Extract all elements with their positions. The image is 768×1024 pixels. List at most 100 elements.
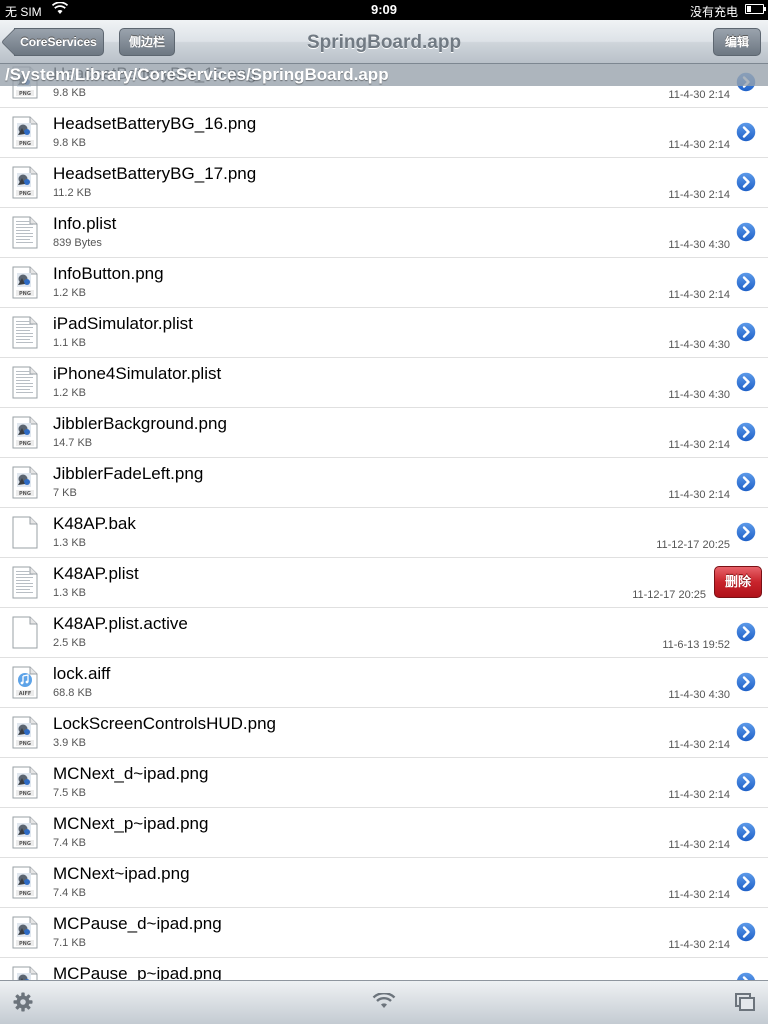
disclosure-arrow-icon[interactable]	[735, 821, 757, 843]
file-name: JibblerBackground.png	[53, 414, 227, 433]
clock: 9:09	[370, 2, 398, 17]
disclosure-arrow-icon[interactable]	[735, 621, 757, 643]
disclosure-arrow-icon[interactable]	[735, 721, 757, 743]
navigation-bar: CoreServices 侧边栏 SpringBoard.app 编辑	[0, 20, 768, 64]
table-row[interactable]: PNG LockScreenControlsHUD.png 3.9 KB 11-4-3…	[0, 708, 768, 758]
file-date: 11-4-30 2:14	[668, 89, 730, 101]
file-name: MCNext_d~ipad.png	[53, 764, 209, 783]
charge-status: 没有充电	[689, 5, 738, 19]
file-size: 1.2 KB	[53, 287, 87, 299]
blank-file-icon	[12, 616, 38, 649]
audio-file-icon: AIFF	[12, 666, 38, 699]
svg-text:PNG: PNG	[19, 841, 31, 847]
disclosure-arrow-icon[interactable]	[735, 871, 757, 893]
file-date: 11-4-30 2:14	[668, 739, 730, 751]
file-size: 2.5 KB	[53, 637, 87, 649]
file-date: 11-4-30 4:30	[668, 689, 730, 701]
file-date: 11-4-30 2:14	[668, 839, 730, 851]
sidebar-button[interactable]: 侧边栏	[119, 28, 175, 56]
windows-icon[interactable]	[734, 992, 756, 1017]
status-bar: 无 SIM 9:09 没有充电	[0, 0, 768, 20]
file-date: 11-6-13 19:52	[662, 639, 730, 651]
file-date: 11-4-30 4:30	[668, 389, 730, 401]
svg-text:PNG: PNG	[19, 791, 31, 797]
plist-file-icon	[12, 366, 38, 399]
disclosure-arrow-icon[interactable]	[735, 971, 757, 980]
png-file-icon: PNG	[12, 716, 38, 749]
png-file-icon: PNG	[12, 916, 38, 949]
table-row[interactable]: PNG HeadsetBatteryBG_16.png 9.8 KB 11-4-30 …	[0, 108, 768, 158]
page-title: SpringBoard.app	[306, 32, 462, 53]
file-size: 1.3 KB	[53, 587, 87, 599]
edit-button[interactable]: 编辑	[713, 28, 761, 56]
battery-icon	[745, 4, 766, 14]
file-name: LockScreenControlsHUD.png	[53, 714, 276, 733]
table-row[interactable]: PNG JibblerFadeLeft.png 7 KB 11-4-30 2:14	[0, 458, 768, 508]
svg-text:PNG: PNG	[19, 91, 31, 97]
disclosure-arrow-icon[interactable]	[735, 471, 757, 493]
back-button[interactable]: CoreServices	[14, 28, 104, 56]
png-file-icon: PNG	[12, 466, 38, 499]
disclosure-arrow-icon[interactable]	[735, 921, 757, 943]
disclosure-arrow-icon[interactable]	[735, 221, 757, 243]
file-size: 1.2 KB	[53, 387, 87, 399]
plist-file-icon	[12, 316, 38, 349]
file-name: K48AP.bak	[53, 514, 136, 533]
disclosure-arrow-icon[interactable]	[735, 521, 757, 543]
disclosure-arrow-icon[interactable]	[735, 421, 757, 443]
file-name: K48AP.plist.active	[53, 614, 188, 633]
svg-text:PNG: PNG	[19, 141, 31, 147]
delete-button[interactable]: 删除	[714, 566, 762, 598]
file-size: 14.7 KB	[53, 437, 93, 449]
table-row[interactable]: iPhone4Simulator.plist 1.2 KB 11-4-30 4:30	[0, 358, 768, 408]
plist-file-icon	[12, 566, 38, 599]
file-date: 11-12-17 20:25	[656, 539, 730, 551]
gear-icon[interactable]	[12, 991, 34, 1018]
svg-text:PNG: PNG	[19, 891, 31, 897]
file-size: 68.8 KB	[53, 687, 93, 699]
file-name: Info.plist	[53, 214, 117, 233]
svg-text:PNG: PNG	[19, 441, 31, 447]
png-file-icon: PNG	[12, 266, 38, 299]
table-row[interactable]: K48AP.bak 1.3 KB 11-12-17 20:25	[0, 508, 768, 558]
file-size: 7.4 KB	[53, 837, 87, 849]
disclosure-arrow-icon[interactable]	[735, 771, 757, 793]
blank-file-icon	[12, 516, 38, 549]
file-name: MCPause_p~ipad.png	[53, 964, 222, 980]
table-row[interactable]: PNG MCNext_p~ipad.png 7.4 KB 11-4-30 2:14	[0, 808, 768, 858]
table-row[interactable]: iPadSimulator.plist 1.1 KB 11-4-30 4:30	[0, 308, 768, 358]
table-row[interactable]: PNG InfoButton.png 1.2 KB 11-4-30 2:14	[0, 258, 768, 308]
file-name: HeadsetBatteryBG_17.png	[53, 164, 257, 183]
file-size: 7.4 KB	[53, 887, 87, 899]
svg-text:AIFF: AIFF	[19, 691, 32, 697]
file-date: 11-4-30 2:14	[668, 489, 730, 501]
disclosure-arrow-icon[interactable]	[735, 671, 757, 693]
svg-text:PNG: PNG	[19, 741, 31, 747]
file-list[interactable]: PNGHeadsetBatteryBG_15.png9.8 KB11-4-30 …	[0, 58, 768, 980]
png-file-icon: PNG	[12, 166, 38, 199]
file-name: MCNext_p~ipad.png	[53, 814, 209, 833]
table-row[interactable]: PNG MCPause_p~ipad.png	[0, 958, 768, 980]
table-row[interactable]: Info.plist 839 Bytes 11-4-30 4:30	[0, 208, 768, 258]
table-row[interactable]: K48AP.plist 1.3 KB 11-12-17 20:25 删除	[0, 558, 768, 608]
disclosure-arrow-icon[interactable]	[735, 171, 757, 193]
table-row[interactable]: PNG MCPause_d~ipad.png 7.1 KB 11-4-30 2:14	[0, 908, 768, 958]
file-size: 7.5 KB	[53, 787, 87, 799]
wifi-icon[interactable]	[372, 992, 396, 1014]
file-name: K48AP.plist	[53, 564, 139, 583]
table-row[interactable]: PNG MCNext_d~ipad.png 7.5 KB 11-4-30 2:14	[0, 758, 768, 808]
svg-text:PNG: PNG	[19, 191, 31, 197]
table-row[interactable]: PNG HeadsetBatteryBG_17.png 11.2 KB 11-4-30…	[0, 158, 768, 208]
disclosure-arrow-icon[interactable]	[735, 321, 757, 343]
table-row[interactable]: PNG JibblerBackground.png 14.7 KB 11-4-30 2…	[0, 408, 768, 458]
table-row[interactable]: K48AP.plist.active 2.5 KB 11-6-13 19:52	[0, 608, 768, 658]
file-date: 11-4-30 4:30	[668, 239, 730, 251]
table-row[interactable]: PNG MCNext~ipad.png 7.4 KB 11-4-30 2:14	[0, 858, 768, 908]
file-name: lock.aiff	[53, 664, 111, 683]
disclosure-arrow-icon[interactable]	[735, 371, 757, 393]
table-row[interactable]: AIFF lock.aiff 68.8 KB 11-4-30 4:30	[0, 658, 768, 708]
file-size: 11.2 KB	[53, 187, 92, 199]
disclosure-arrow-icon[interactable]	[735, 271, 757, 293]
png-file-icon: PNG	[12, 416, 38, 449]
disclosure-arrow-icon[interactable]	[735, 121, 757, 143]
